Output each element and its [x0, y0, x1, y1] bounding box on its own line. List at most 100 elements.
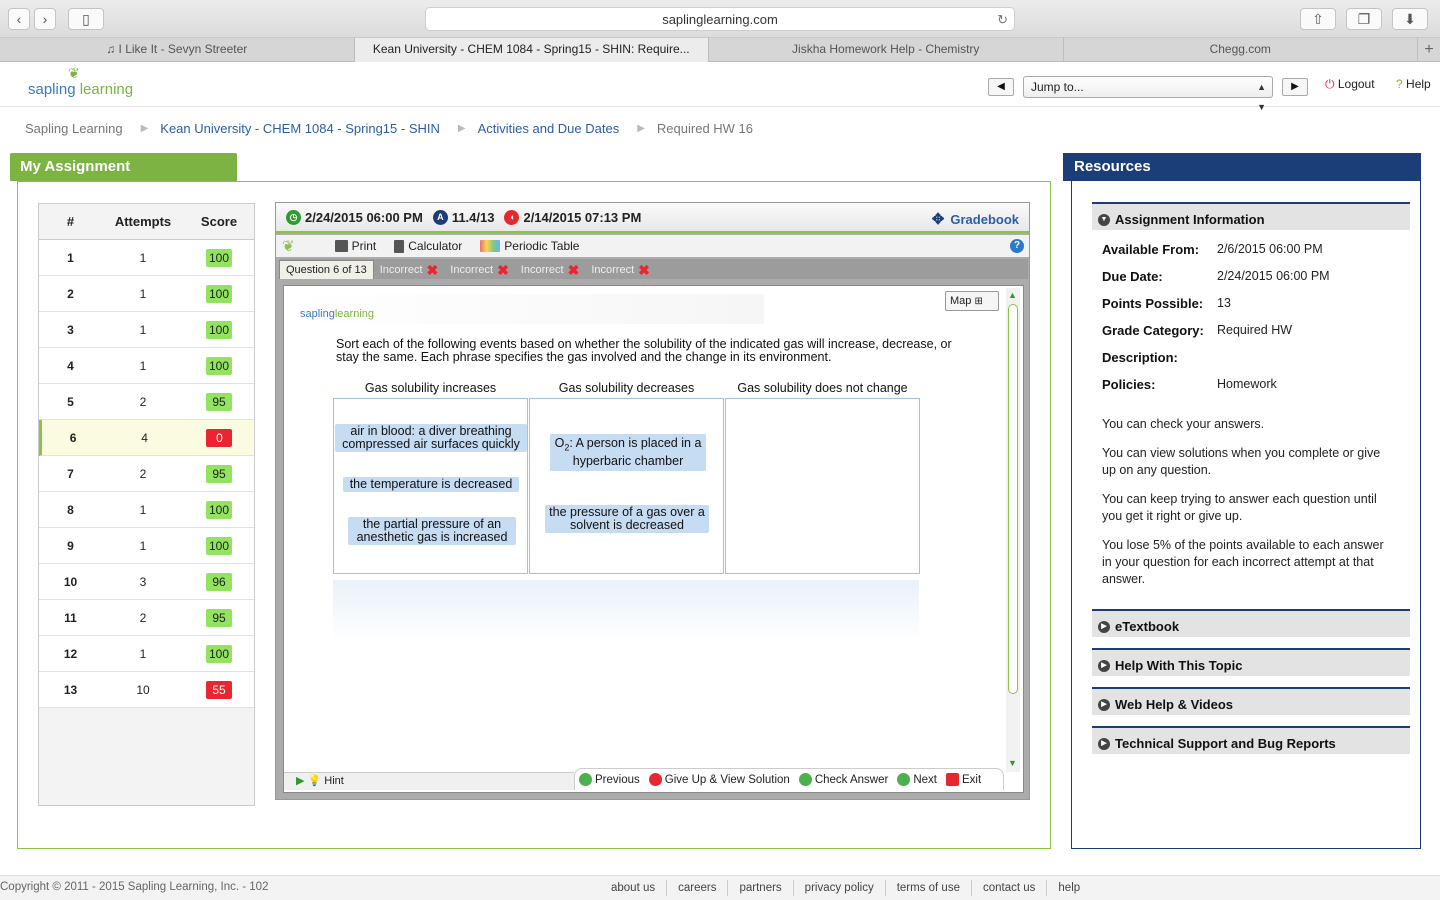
question-help-icon[interactable]: ? — [1010, 239, 1024, 253]
print-button[interactable]: Print — [334, 239, 376, 253]
table-row[interactable]: 2 1 100 — [39, 276, 254, 312]
forward-icon[interactable]: › — [34, 8, 56, 30]
score-badge: 55 — [206, 680, 232, 699]
tabs-overview-icon[interactable]: ❐ — [1346, 8, 1382, 30]
printer-icon — [334, 240, 348, 252]
table-row[interactable]: 9 1 100 — [39, 528, 254, 564]
drag-chip[interactable]: the partial pressure of an anesthetic ga… — [348, 517, 516, 545]
footer-link[interactable]: contact us — [972, 880, 1048, 896]
table-row[interactable]: 7 2 95 — [39, 456, 254, 492]
browser-tab[interactable]: Chegg.com — [1064, 38, 1418, 62]
footer-link[interactable]: terms of use — [886, 880, 972, 896]
bin-nochange[interactable] — [725, 398, 920, 574]
table-row[interactable]: 1 1 100 — [39, 240, 254, 276]
table-row[interactable]: 13 10 55 — [39, 672, 254, 708]
table-row[interactable]: 4 1 100 — [39, 348, 254, 384]
scroll-up-icon[interactable]: ▲ — [1008, 290, 1017, 300]
column-header-attempts: Attempts — [114, 214, 172, 229]
next-arrow-icon — [897, 773, 911, 786]
table-row[interactable]: 11 2 95 — [39, 600, 254, 636]
sidebar-toggle-icon[interactable]: ▯ — [68, 8, 104, 30]
footer-link[interactable]: careers — [667, 880, 729, 896]
breadcrumb-separator-icon: ▶ — [140, 123, 149, 134]
calculator-button[interactable]: Calculator — [394, 239, 462, 253]
bin-heading-decrease: Gas solubility decreases — [558, 381, 695, 395]
tab-attempt-1[interactable]: Incorrect ✖ — [374, 260, 445, 279]
map-icon: ⊞ — [974, 296, 983, 307]
drag-chip[interactable]: the temperature is decreased — [343, 477, 519, 492]
previous-button[interactable]: Previous — [579, 773, 640, 786]
incorrect-x-icon: ✖ — [638, 261, 650, 278]
help-link[interactable]: ? Help — [1396, 77, 1431, 91]
score-cell: 100 — [184, 276, 254, 311]
gradebook-link[interactable]: ✥ Gradebook — [932, 210, 1019, 228]
browser-tab[interactable]: ♫ I Like It - Sevyn Streeter — [0, 38, 355, 62]
scroll-thumb[interactable] — [1008, 304, 1018, 694]
attempts-count: 1 — [139, 323, 147, 337]
check-answer-button[interactable]: Check Answer — [798, 773, 888, 786]
drag-chip[interactable]: air in blood: a diver breathing compress… — [335, 424, 527, 452]
tab-attempt-4[interactable]: Incorrect ✖ — [585, 260, 656, 279]
tab-attempt-2[interactable]: Incorrect ✖ — [444, 260, 515, 279]
breadcrumb-item[interactable]: Activities and Due Dates — [478, 121, 620, 136]
tab-current-question[interactable]: Question 6 of 13 — [279, 260, 374, 279]
footer-link[interactable]: help — [1047, 880, 1091, 896]
scroll-down-icon[interactable]: ▼ — [1008, 758, 1017, 768]
attempts-count: 1 — [139, 647, 147, 661]
site-header: ❦ sapling learning ◀ Jump to... ▲ ▼ ▶ ⏻ Lo… — [0, 62, 1440, 112]
prev-arrow-icon[interactable]: ◀ — [988, 78, 1014, 96]
sapling-logo[interactable]: sapling learning — [28, 81, 133, 98]
browser-tab-active[interactable]: Kean University - CHEM 1084 - Spring15 -… — [354, 38, 709, 62]
give-up-button[interactable]: Give Up & View Solution — [648, 773, 790, 786]
etextbook-toggle[interactable]: ▶ eTextbook — [1092, 609, 1410, 637]
table-row[interactable]: 3 1 100 — [39, 312, 254, 348]
address-bar[interactable]: saplinglearning.com ↻ — [425, 7, 1015, 31]
table-row[interactable]: 10 3 96 — [39, 564, 254, 600]
periodic-table-button[interactable]: Periodic Table — [480, 239, 579, 253]
next-arrow-icon[interactable]: ▶ — [1282, 78, 1308, 96]
bin-decrease[interactable]: O2: A person is placed in a hyperbaric c… — [529, 398, 724, 574]
downloads-icon[interactable]: ⬇ — [1392, 8, 1428, 30]
bin-increase[interactable]: air in blood: a diver breathing compress… — [333, 398, 528, 574]
question-scrollbar[interactable]: ▲ ▼ — [1006, 288, 1020, 772]
map-button[interactable]: Map ⊞ — [945, 291, 999, 311]
new-tab-button[interactable]: + — [1418, 38, 1440, 62]
score-cell: 95 — [184, 456, 254, 491]
question-number: 9 — [67, 539, 74, 553]
breadcrumb-item[interactable]: Kean University - CHEM 1084 - Spring15 -… — [160, 121, 440, 136]
browser-tab[interactable]: Jiskha Homework Help - Chemistry — [709, 38, 1064, 62]
footer-link[interactable]: partners — [728, 880, 794, 896]
reload-icon[interactable]: ↻ — [997, 8, 1008, 31]
table-row[interactable]: 5 2 95 — [39, 384, 254, 420]
footer-link[interactable]: privacy policy — [794, 880, 886, 896]
previous-arrow-icon — [579, 773, 592, 786]
browser-toolbar: ‹ › ▯ saplinglearning.com ↻ ⇧ ❐ ⬇ — [0, 0, 1440, 38]
table-row[interactable]: 8 1 100 — [39, 492, 254, 528]
drag-chip[interactable]: O2: A person is placed in a hyperbaric c… — [550, 434, 706, 471]
score-cell: 100 — [184, 528, 254, 563]
share-icon[interactable]: ⇧ — [1300, 8, 1336, 30]
policy-text: You can keep trying to answer each quest… — [1102, 492, 1377, 523]
table-row[interactable]: 6 4 0 — [39, 420, 254, 456]
jump-to-select[interactable]: Jump to... ▲ ▼ — [1023, 76, 1273, 112]
assignment-info-toggle[interactable]: ▼ Assignment Information — [1092, 202, 1410, 230]
next-button[interactable]: Next — [897, 773, 937, 786]
info-value: Homework — [1217, 377, 1277, 391]
info-label: Grade Category: — [1102, 323, 1204, 338]
info-label: Description: — [1102, 350, 1178, 365]
attempts-count: 3 — [139, 575, 147, 589]
breadcrumb-item[interactable]: Sapling Learning — [25, 121, 123, 136]
table-row[interactable]: 12 1 100 — [39, 636, 254, 672]
tab-attempt-3[interactable]: Incorrect ✖ — [515, 260, 586, 279]
exit-button[interactable]: Exit — [946, 773, 981, 786]
question-nav-bar: Previous Give Up & View Solution Check A… — [574, 768, 1004, 790]
help-with-topic-toggle[interactable]: ▶ Help With This Topic — [1092, 648, 1410, 676]
web-help-videos-toggle[interactable]: ▶ Web Help & Videos — [1092, 687, 1410, 715]
drag-chip[interactable]: the pressure of a gas over a solvent is … — [545, 505, 709, 533]
logout-link[interactable]: ⏻ Logout — [1325, 77, 1375, 92]
footer-link[interactable]: about us — [600, 880, 668, 896]
tech-support-toggle[interactable]: ▶ Technical Support and Bug Reports — [1092, 726, 1410, 754]
hint-button[interactable]: ▶ 💡 Hint — [284, 772, 574, 790]
policy-text: You can view solutions when you complete… — [1102, 446, 1381, 477]
back-icon[interactable]: ‹ — [8, 8, 30, 30]
